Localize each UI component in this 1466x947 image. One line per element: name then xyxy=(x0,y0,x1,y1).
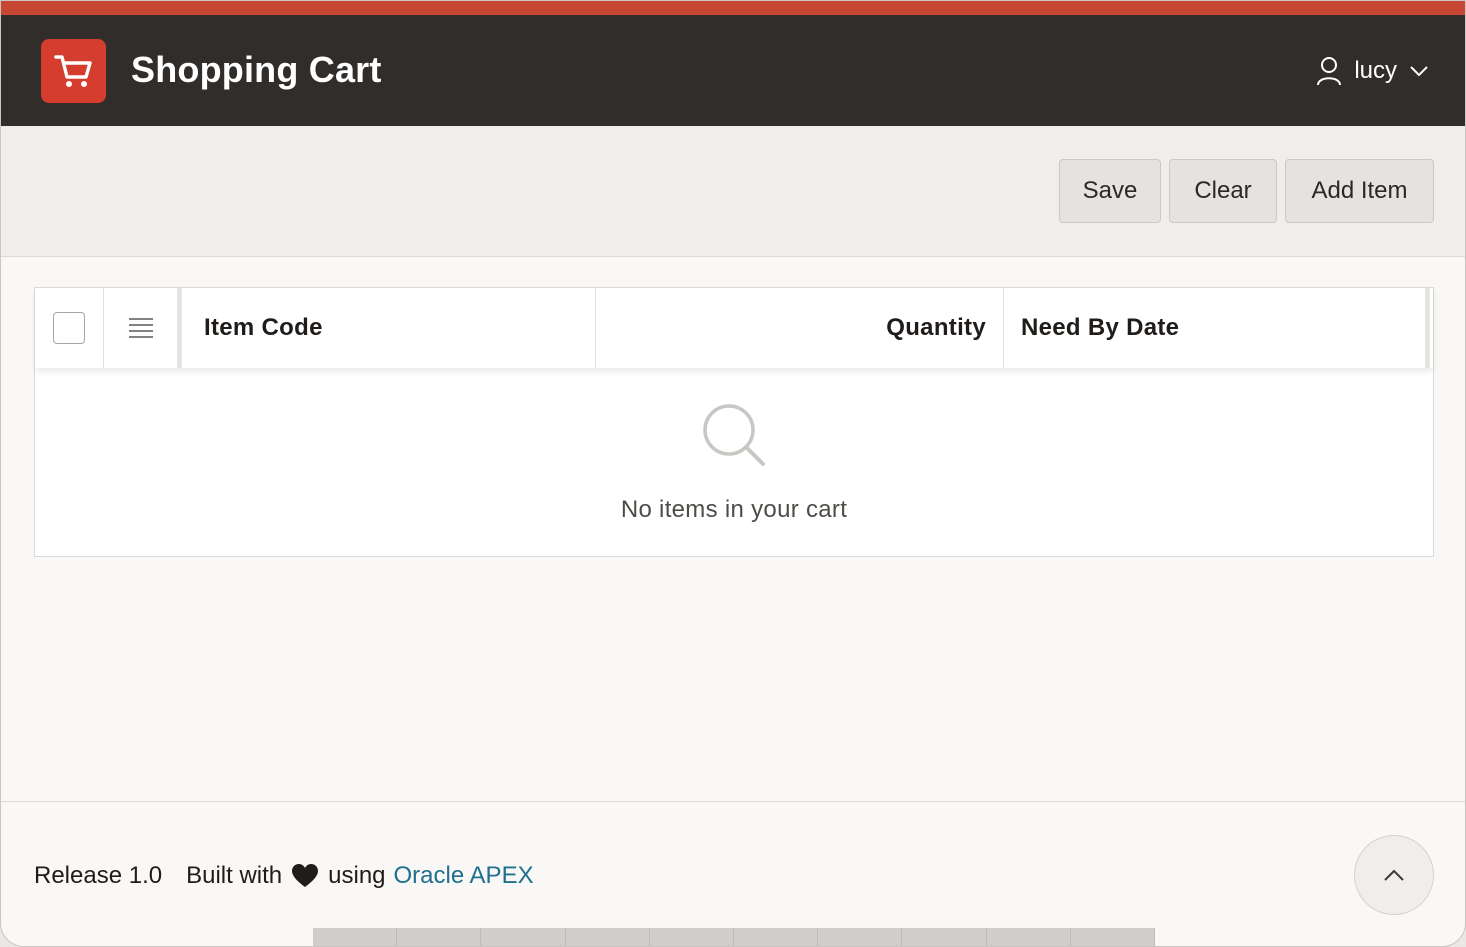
toolbar-slot[interactable] xyxy=(397,928,482,946)
add-item-button[interactable]: Add Item xyxy=(1285,159,1434,223)
empty-message: No items in your cart xyxy=(620,496,848,523)
menu-lines-icon xyxy=(128,318,153,338)
app-header: Shopping Cart lucy xyxy=(1,15,1465,126)
release-label: Release 1.0 xyxy=(34,862,163,889)
row-actions-header[interactable] xyxy=(104,288,182,368)
toolbar-slot[interactable] xyxy=(481,928,566,946)
search-icon xyxy=(703,404,765,466)
app-window: Shopping Cart lucy Save Clear Add Item I… xyxy=(0,0,1466,947)
toolbar-slot[interactable] xyxy=(902,928,987,946)
using-label: using xyxy=(328,862,386,889)
scroll-to-top-button[interactable] xyxy=(1354,835,1434,915)
toolbar-slot[interactable] xyxy=(313,928,398,946)
toolbar-slot[interactable] xyxy=(650,928,735,946)
footer-divider xyxy=(1,801,1465,802)
column-header-item-code[interactable]: Item Code xyxy=(187,288,596,368)
chevron-up-icon xyxy=(1384,869,1404,881)
button-bar: Save Clear Add Item xyxy=(1,126,1465,257)
built-with-label: Built with xyxy=(186,862,283,889)
toolbar-slot[interactable] xyxy=(818,928,903,946)
select-all-checkbox[interactable] xyxy=(53,312,85,344)
developer-toolbar[interactable] xyxy=(313,928,1156,946)
clear-button[interactable]: Clear xyxy=(1169,159,1277,223)
user-menu[interactable]: lucy xyxy=(1316,53,1429,89)
empty-state: No items in your cart xyxy=(35,400,1433,524)
toolbar-slot[interactable] xyxy=(987,928,1071,946)
accent-bar xyxy=(1,1,1465,15)
app-logo[interactable] xyxy=(41,39,106,103)
app-title[interactable]: Shopping Cart xyxy=(131,49,382,91)
column-label: Item Code xyxy=(204,314,323,341)
oracle-apex-link[interactable]: Oracle APEX xyxy=(394,862,534,890)
heart-icon xyxy=(292,864,319,888)
cart-grid: Item Code Quantity Need By Date No items… xyxy=(34,287,1434,557)
shopping-cart-icon xyxy=(53,55,92,87)
footer: Release 1.0 Built with using Oracle APEX xyxy=(34,859,534,893)
select-all-cell xyxy=(35,288,104,368)
grid-header: Item Code Quantity Need By Date xyxy=(35,288,1433,368)
column-header-quantity[interactable]: Quantity xyxy=(596,288,1004,368)
toolbar-slot[interactable] xyxy=(734,928,819,946)
column-header-need-by-date[interactable]: Need By Date xyxy=(1004,288,1430,368)
chevron-down-icon xyxy=(1410,66,1428,77)
toolbar-slot[interactable] xyxy=(1071,928,1156,946)
user-icon xyxy=(1317,57,1342,86)
column-label: Quantity xyxy=(886,314,986,341)
user-name: lucy xyxy=(1354,57,1397,84)
toolbar-slot[interactable] xyxy=(566,928,650,946)
column-label: Need By Date xyxy=(1021,314,1180,341)
save-button[interactable]: Save xyxy=(1059,159,1161,223)
